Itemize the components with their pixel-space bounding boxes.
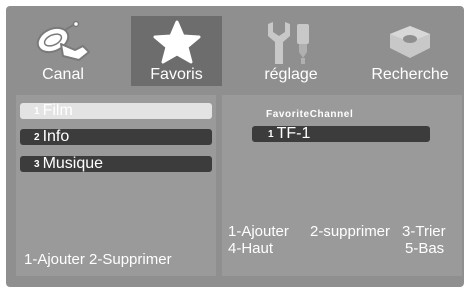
- star-icon: [153, 20, 200, 64]
- list-item-number: 2: [34, 132, 40, 143]
- disc-icon: [390, 26, 430, 58]
- menu-screen: Canal Favoris réglage Recherche 1 Film 2…: [6, 6, 464, 287]
- tab-canal[interactable]: Canal: [18, 16, 108, 86]
- tab-reglage[interactable]: réglage: [246, 16, 336, 86]
- satellite-dish-icon: [36, 20, 90, 61]
- list-item-label: Musique: [42, 155, 104, 172]
- list-item-info[interactable]: 2 Info: [20, 129, 212, 145]
- tools-icon: [268, 22, 309, 64]
- panel-title: FavoriteChannel: [266, 109, 354, 120]
- channel-item-number: 1: [268, 129, 274, 140]
- favorite-channel-panel: FavoriteChannel 1 TF-1 1-Ajouter 2-suppri…: [222, 95, 462, 276]
- help-delete: 2-supprimer: [310, 223, 391, 240]
- tab-reglage-label: réglage: [264, 66, 318, 83]
- help-up: 4-Haut: [228, 240, 274, 257]
- tab-recherche[interactable]: Recherche: [362, 16, 458, 86]
- tab-favoris[interactable]: Favoris: [131, 16, 222, 86]
- help-sort: 3-Trier: [402, 223, 446, 240]
- tab-recherche-label: Recherche: [371, 66, 449, 83]
- list-item-musique[interactable]: 3 Musique: [20, 156, 212, 172]
- tab-canal-label: Canal: [42, 66, 84, 83]
- list-item-number: 3: [34, 159, 40, 170]
- channel-item-label: TF-1: [276, 125, 311, 142]
- list-item-label: Info: [42, 128, 70, 145]
- help-add: 1-Ajouter: [228, 223, 289, 240]
- channel-item-tf1[interactable]: 1 TF-1: [252, 126, 430, 142]
- list-item-label: Film: [42, 102, 73, 119]
- lists-help-text: 1-Ajouter 2-Supprimer: [24, 251, 172, 268]
- help-down: 5-Bas: [405, 240, 445, 257]
- favorite-lists-panel: 1 Film 2 Info 3 Musique 1-Ajouter 2-Supprim…: [16, 95, 216, 276]
- list-item-number: 1: [34, 106, 40, 117]
- tab-favoris-label: Favoris: [150, 66, 203, 83]
- list-item-film[interactable]: 1 Film: [20, 103, 212, 119]
